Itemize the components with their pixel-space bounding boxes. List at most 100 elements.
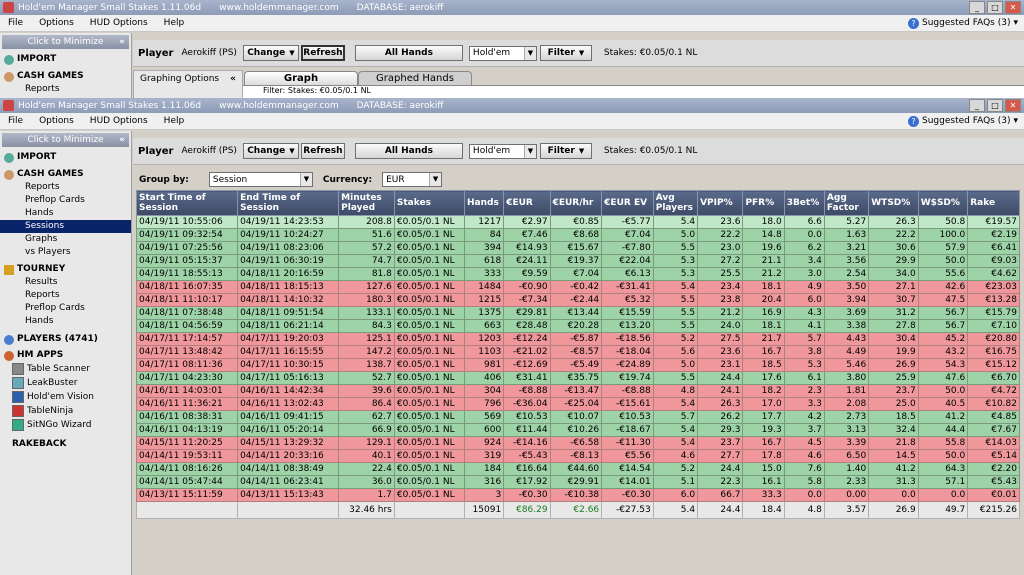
menu-file[interactable]: File [0, 116, 31, 126]
table-row[interactable]: 04/15/11 11:20:25 04/15/11 13:29:32 129.1 €… [135, 436, 1020, 450]
table-row[interactable]: 04/16/11 11:36:21 04/16/11 13:02:43 86.4 €0… [135, 397, 1020, 411]
back-sidebar-reports[interactable]: Reports [0, 83, 131, 96]
tourney-section[interactable]: TOURNEY [0, 263, 131, 276]
column-header[interactable]: Start Time of Session [135, 190, 239, 216]
currency-select[interactable]: EUR ▼ [382, 172, 443, 187]
sidebar-item-tourney-hands[interactable]: Hands [0, 315, 131, 328]
table-row[interactable]: 04/17/11 08:11:36 04/17/11 10:30:15 138.7 €… [135, 358, 1020, 372]
menu-hud-options[interactable]: HUD Options [82, 116, 156, 126]
sidebar-item-tourney-reports[interactable]: Reports [0, 289, 131, 302]
menu-options[interactable]: Options [31, 116, 82, 126]
table-row[interactable]: 04/17/11 17:14:57 04/17/11 19:20:03 125.1 €… [135, 332, 1020, 346]
table-cell: -€25.04 [549, 397, 603, 411]
back-minimize-panel-button[interactable]: Click to Minimize « [2, 35, 129, 49]
back-refresh-button[interactable]: Refresh [300, 45, 345, 61]
tab-graph[interactable]: Graph [244, 71, 358, 85]
change-button[interactable]: Change ▼ [242, 143, 299, 159]
table-row[interactable]: 04/19/11 18:55:13 04/18/11 20:16:59 81.8 €0… [135, 267, 1020, 281]
back-minimize-button[interactable]: _ [969, 1, 985, 14]
app-table-scanner[interactable]: Table Scanner [0, 362, 131, 376]
rakeback-section[interactable]: RAKEBACK [0, 438, 131, 451]
sidebar-item-preflop-cards[interactable]: Preflop Cards [0, 194, 131, 207]
column-header[interactable]: W$SD% [917, 190, 969, 216]
refresh-button[interactable]: Refresh [300, 143, 345, 159]
back-game-select[interactable]: Hold'em ▼ [468, 45, 537, 61]
back-change-button[interactable]: Change ▼ [242, 45, 299, 61]
column-header[interactable]: 3Bet% [783, 190, 825, 216]
column-header[interactable]: Minutes Played [338, 190, 395, 216]
import-section[interactable]: IMPORT [0, 151, 131, 164]
back-menu-file[interactable]: File [0, 18, 31, 28]
back-faq-link[interactable]: ? Suggested FAQs (3) ▾ [908, 17, 1018, 29]
column-header[interactable]: Agg Factor [823, 190, 870, 216]
table-row[interactable]: 04/19/11 05:15:37 04/19/11 06:30:19 74.7 €0… [135, 254, 1020, 268]
close-button[interactable]: ✕ [1005, 99, 1021, 112]
table-row[interactable]: 04/16/11 14:03:01 04/16/11 14:42:34 39.6 €0… [135, 384, 1020, 398]
minimize-panel-button[interactable]: Click to Minimize « [2, 133, 129, 147]
column-header[interactable]: PFR% [742, 190, 785, 216]
table-row[interactable]: 04/18/11 16:07:35 04/18/11 18:15:13 127.6 €… [135, 280, 1020, 294]
table-row[interactable]: 04/19/11 10:55:06 04/19/11 14:23:53 208.8 €… [135, 215, 1020, 229]
table-cell: 27.5 [697, 332, 744, 346]
hm-apps-section[interactable]: HM APPS [0, 349, 131, 362]
graphing-options-header[interactable]: Graphing Options « [134, 71, 242, 87]
group-by-select[interactable]: Session ▼ [208, 172, 313, 187]
table-row[interactable]: 04/18/11 07:38:48 04/18/11 09:51:54 133.1 €… [135, 306, 1020, 320]
sidebar-item-hands[interactable]: Hands [0, 207, 131, 220]
table-row[interactable]: 04/16/11 08:38:31 04/16/11 09:41:15 62.7 €0… [135, 410, 1020, 424]
column-header[interactable]: WTSD% [868, 190, 919, 216]
faq-link[interactable]: ? Suggested FAQs (3) ▾ [908, 115, 1018, 127]
sidebar-item-vs-players[interactable]: vs Players [0, 246, 131, 259]
table-row[interactable]: 04/14/11 08:16:26 04/14/11 08:38:49 22.4 €0… [135, 462, 1020, 476]
table-row[interactable]: 04/17/11 13:48:42 04/17/11 16:15:55 147.2 €… [135, 345, 1020, 359]
column-header[interactable]: Avg Players [652, 190, 699, 216]
table-cell: 1103 [463, 345, 505, 359]
table-row[interactable]: 04/18/11 04:56:59 04/18/11 06:21:14 84.3 €0… [135, 319, 1020, 333]
back-filter-button[interactable]: Filter ▼ [539, 45, 592, 61]
table-cell: 1203 [463, 332, 505, 346]
table-row[interactable]: 04/14/11 05:47:44 04/14/11 06:23:41 36.0 €0… [135, 475, 1020, 489]
app-sitngo-wizard[interactable]: SitNGo Wizard [0, 418, 131, 432]
back-import-section[interactable]: IMPORT [0, 53, 131, 66]
column-header[interactable]: Rake [967, 190, 1020, 216]
back-all-hands-button[interactable]: All Hands [354, 45, 463, 61]
minimize-button[interactable]: _ [969, 99, 985, 112]
column-header[interactable]: €EUR/hr [549, 190, 603, 216]
back-menu-hud-options[interactable]: HUD Options [82, 18, 156, 28]
chevron-down-icon: ▾ [1013, 18, 1018, 28]
tab-graphed-hands[interactable]: Graphed Hands [358, 71, 472, 85]
table-row[interactable]: 04/13/11 15:11:59 04/13/11 15:13:43 1.7 €0.… [135, 488, 1020, 502]
table-row[interactable]: 04/16/11 04:13:19 04/16/11 05:20:14 66.9 €0… [135, 423, 1020, 437]
maximize-button[interactable]: □ [987, 99, 1003, 112]
game-select[interactable]: Hold'em ▼ [468, 143, 537, 159]
sidebar-item-graphs[interactable]: Graphs [0, 233, 131, 246]
back-close-button[interactable]: ✕ [1005, 1, 1021, 14]
cash-games-section[interactable]: CASH GAMES [0, 168, 131, 181]
back-menu-help[interactable]: Help [156, 18, 193, 28]
sidebar-item-sessions[interactable]: Sessions [0, 220, 131, 233]
back-menu-options[interactable]: Options [31, 18, 82, 28]
sidebar-item-tourney-preflop-cards[interactable]: Preflop Cards [0, 302, 131, 315]
sidebar-item-reports[interactable]: Reports [0, 181, 131, 194]
back-cash-section[interactable]: CASH GAMES [0, 70, 131, 83]
table-row[interactable]: 04/14/11 19:53:11 04/14/11 20:33:16 40.1 €0… [135, 449, 1020, 463]
app-leakbuster[interactable]: LeakBuster [0, 376, 131, 390]
column-header[interactable]: €EUR [503, 190, 551, 216]
column-header[interactable]: VPIP% [697, 190, 744, 216]
column-header[interactable]: Stakes [393, 190, 466, 216]
table-row[interactable]: 04/18/11 11:10:17 04/18/11 14:10:32 180.3 €… [135, 293, 1020, 307]
app-tableninja[interactable]: TableNinja [0, 404, 131, 418]
players-section[interactable]: PLAYERS (4741) [0, 333, 131, 346]
menu-help[interactable]: Help [156, 116, 193, 126]
table-row[interactable]: 04/17/11 04:23:30 04/17/11 05:16:13 52.7 €0… [135, 371, 1020, 385]
column-header[interactable]: Hands [463, 190, 505, 216]
table-row[interactable]: 04/19/11 07:25:56 04/19/11 08:23:06 57.2 €0… [135, 241, 1020, 255]
app-holdem-vision[interactable]: Hold'em Vision [0, 390, 131, 404]
column-header[interactable]: €EUR EV [601, 190, 654, 216]
column-header[interactable]: End Time of Session [237, 190, 340, 216]
table-row[interactable]: 04/19/11 09:32:54 04/19/11 10:24:27 51.6 €0… [135, 228, 1020, 242]
sidebar-item-results[interactable]: Results [0, 276, 131, 289]
back-maximize-button[interactable]: □ [987, 1, 1003, 14]
all-hands-button[interactable]: All Hands [354, 143, 463, 159]
filter-button[interactable]: Filter ▼ [539, 143, 592, 159]
